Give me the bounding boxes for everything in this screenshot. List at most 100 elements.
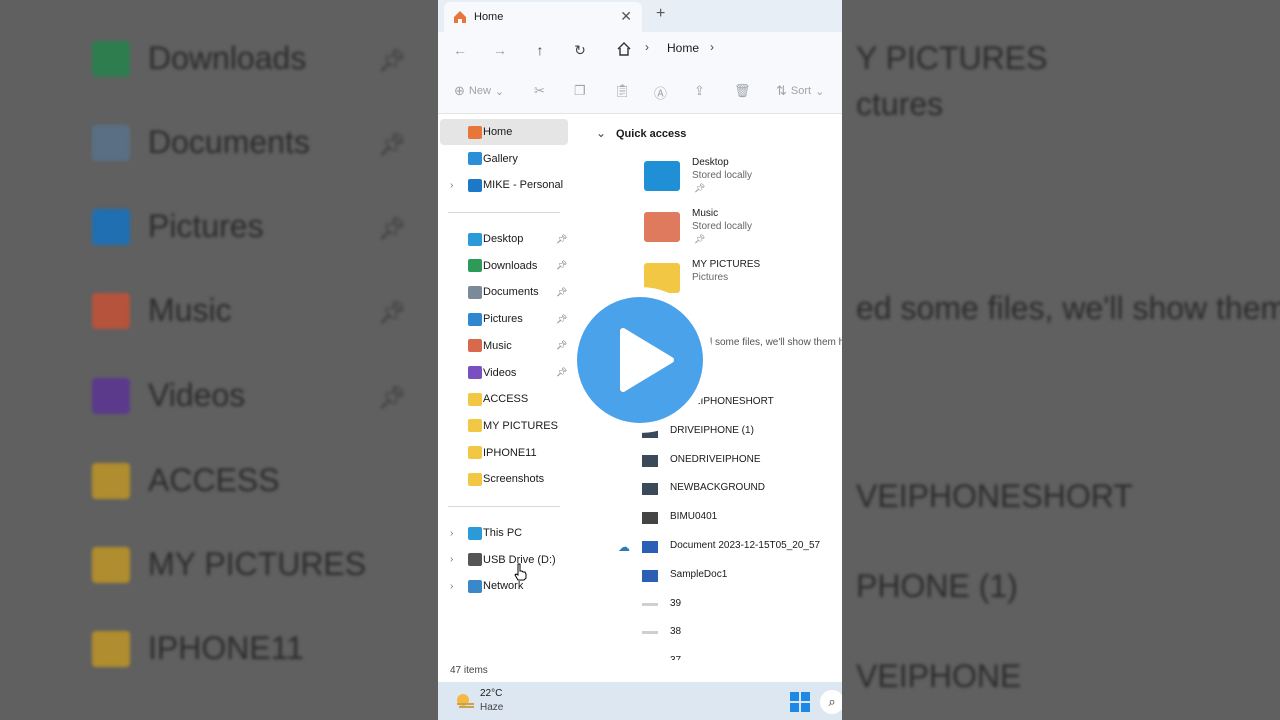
close-tab-icon[interactable]: ✕	[620, 8, 632, 25]
video-icon	[92, 377, 130, 414]
search-icon[interactable]: ⌕	[820, 690, 842, 714]
sidebar-item-screenshots[interactable]: Screenshots	[440, 466, 568, 492]
sidebar-item-pictures[interactable]: Pictures 📌︎	[440, 306, 568, 332]
folder-icon	[468, 419, 482, 433]
recent-file-row[interactable]: 37	[570, 650, 842, 660]
expand-chevron-icon[interactable]: ›	[450, 581, 453, 592]
recent-file-row[interactable]: 38	[570, 621, 842, 645]
recent-file-row[interactable]: BIMU0401	[570, 506, 842, 530]
background-item-label: Pictures	[148, 208, 264, 244]
sidebar-item-my-pictures[interactable]: MY PICTURES	[440, 413, 568, 439]
paste-icon[interactable]: 📋︎	[614, 83, 631, 99]
navigation-pane: Home Gallery › MIKE - Personal Desktop 📌︎ Down…	[438, 114, 570, 660]
new-tab-button[interactable]: +	[656, 5, 665, 23]
folder-icon	[92, 630, 130, 667]
sidebar-item-iphone11[interactable]: IPHONE11	[440, 440, 568, 466]
image-thumb-icon	[642, 454, 658, 467]
home-icon	[454, 11, 466, 23]
cloud-icon: ☁	[618, 540, 630, 554]
sidebar-item-label: Music	[483, 339, 512, 352]
sidebar-item-gallery[interactable]: Gallery	[440, 146, 568, 172]
pin-icon: 📌︎	[556, 313, 568, 324]
up-arrow-icon[interactable]: ↑	[530, 40, 550, 60]
new-button[interactable]: ⊕ New ⌄	[454, 83, 504, 99]
share-icon[interactable]: ⇪	[694, 83, 705, 99]
folder-icon	[468, 392, 482, 406]
sort-icon: ⇅	[776, 83, 787, 98]
quick-access-item[interactable]: Music Stored locally 📌︎	[644, 208, 842, 256]
temperature[interactable]: 22°C	[480, 688, 502, 699]
sidebar-item-label: Documents	[483, 286, 539, 299]
background-item-label: Videos	[148, 377, 246, 413]
haze-weather-icon[interactable]	[454, 692, 476, 710]
sidebar-divider	[448, 506, 560, 507]
sidebar-item-mike-personal[interactable]: › MIKE - Personal	[440, 172, 568, 198]
expand-chevron-icon[interactable]: ›	[450, 528, 453, 539]
sidebar-item-home[interactable]: Home	[440, 119, 568, 145]
quick-access-location: Pictures	[692, 272, 729, 283]
sidebar-item-usb-drive-d[interactable]: › USB Drive (D:)	[440, 547, 568, 573]
sidebar-item-label: MY PICTURES	[483, 419, 558, 432]
tab-home[interactable]: Home ✕	[444, 2, 642, 32]
breadcrumb-home[interactable]: Home	[667, 41, 699, 55]
sort-button-label: Sort	[790, 85, 812, 97]
windows-start-icon[interactable]	[790, 692, 810, 712]
sidebar-item-desktop[interactable]: Desktop 📌︎	[440, 226, 568, 252]
recent-file-row[interactable]: NEWBACKGROUND	[570, 477, 842, 501]
background-item-label: IPHONE11	[148, 630, 304, 666]
expand-chevron-icon[interactable]: ›	[450, 180, 453, 191]
sidebar-item-this-pc[interactable]: › This PC	[440, 520, 568, 546]
sort-button[interactable]: ⇅ Sort ⌄	[776, 83, 824, 99]
sidebar-item-documents[interactable]: Documents 📌︎	[440, 279, 568, 305]
recent-file-row[interactable]: ONEDRIVEIPHONE	[570, 449, 842, 473]
sidebar-item-music[interactable]: Music 📌︎	[440, 333, 568, 359]
sidebar-item-network[interactable]: › Network	[440, 573, 568, 599]
onedrive-icon	[468, 178, 482, 192]
pin-icon: 📌︎	[378, 216, 406, 241]
recent-file-row[interactable]: ☁ Document 2023-12-15T05_20_57	[570, 535, 842, 559]
background-item: Documents	[92, 124, 310, 161]
sidebar-item-videos[interactable]: Videos 📌︎	[440, 360, 568, 386]
sidebar-item-label: Network	[483, 580, 524, 593]
background-left-zoom: Downloads 📌︎ Documents 📌︎ Pictures 📌︎ Music 📌︎ V…	[0, 0, 438, 720]
rename-icon[interactable]: Ⓐ	[654, 83, 667, 102]
collapse-chevron-icon[interactable]: ⌄	[596, 126, 606, 140]
weather-condition[interactable]: Haze	[480, 702, 503, 713]
document-icon	[468, 285, 482, 299]
pin-icon: 📌︎	[378, 300, 406, 325]
quick-access-location: Stored locally	[692, 221, 753, 232]
tab-label: Home	[474, 11, 504, 23]
delete-icon[interactable]: 🗑︎	[734, 83, 751, 99]
recent-file-name: Document 2023-12-15T05_20_57	[670, 540, 821, 551]
background-item-label: MY PICTURES	[148, 546, 367, 582]
forward-arrow-icon[interactable]: →	[490, 40, 510, 60]
sidebar-item-label: Home	[483, 126, 513, 138]
video-play-button[interactable]	[567, 287, 713, 433]
quick-access-heading[interactable]: Quick access	[616, 128, 686, 140]
background-text: ed some files, we'll show them h	[856, 290, 1280, 326]
pc-icon	[468, 526, 482, 540]
sidebar-item-downloads[interactable]: Downloads 📌︎	[440, 253, 568, 279]
back-arrow-icon[interactable]: ←	[450, 40, 470, 60]
background-item: Pictures	[92, 208, 264, 245]
background-item-label: Downloads	[148, 40, 307, 76]
recent-file-row[interactable]: 39	[570, 593, 842, 617]
quick-access-item[interactable]: Desktop Stored locally 📌︎	[644, 157, 842, 205]
breadcrumb-chevron-icon: ›	[645, 40, 649, 54]
refresh-icon[interactable]: ↻	[570, 40, 590, 60]
tab-bar: Home ✕ +	[438, 0, 842, 32]
cut-icon[interactable]: ✂	[534, 83, 545, 99]
background-item: MY PICTURES	[92, 546, 366, 583]
expand-chevron-icon[interactable]: ›	[450, 554, 453, 565]
sidebar-item-access[interactable]: ACCESS	[440, 386, 568, 412]
background-item-label: ACCESS	[148, 462, 280, 498]
breadcrumb-chevron-icon[interactable]: ›	[710, 40, 714, 54]
recent-file-row[interactable]: SampleDoc1	[570, 564, 842, 588]
quick-access-name: Music	[692, 208, 719, 219]
word-doc-icon	[642, 541, 658, 553]
copy-icon[interactable]: ❐	[574, 83, 586, 99]
quick-access-location: Stored locally	[692, 170, 753, 181]
favorites-empty-message: l some files, we'll show them h	[710, 337, 842, 348]
sidebar-divider	[448, 212, 560, 213]
breadcrumb-home-icon[interactable]	[616, 41, 632, 57]
